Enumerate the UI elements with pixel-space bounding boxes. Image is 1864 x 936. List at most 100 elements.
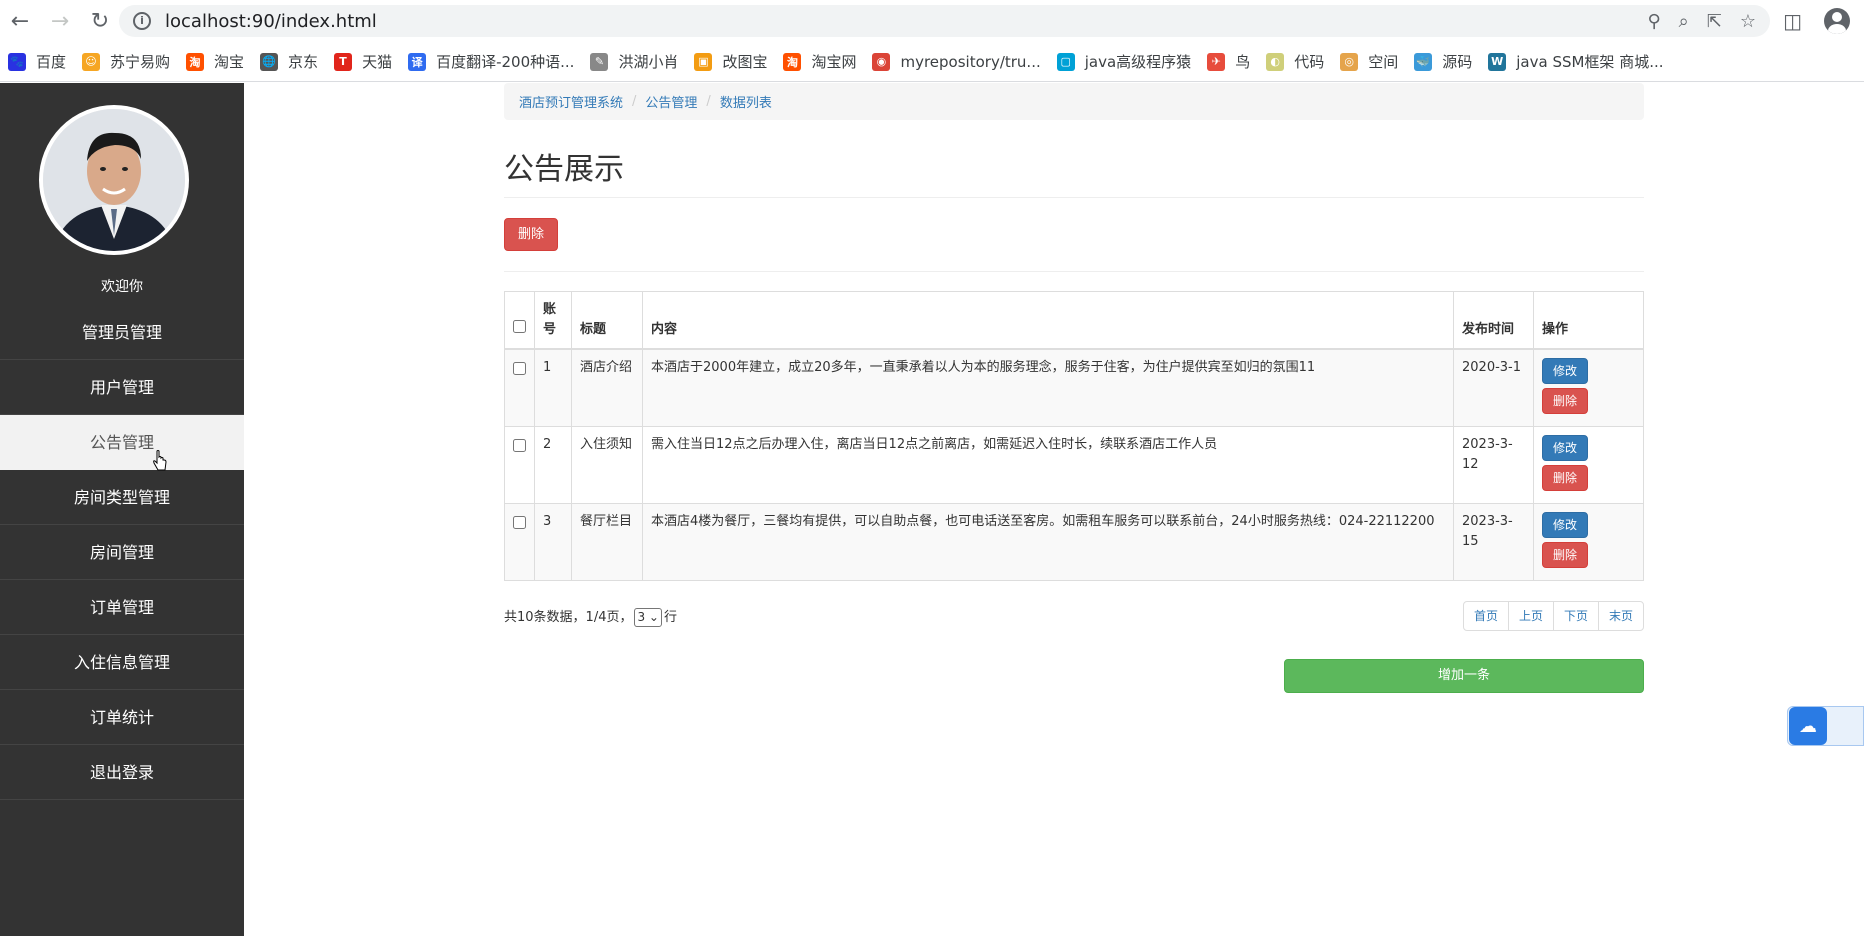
- bookmark-item[interactable]: 淘淘宝: [182, 42, 256, 82]
- bookmark-label: 苏宁易购: [110, 53, 171, 71]
- add-notice-button[interactable]: 增加一条: [1284, 659, 1644, 693]
- sidebar-item-order-stats[interactable]: 订单统计: [0, 690, 244, 745]
- breadcrumb-link[interactable]: 酒店预订管理系统: [519, 92, 623, 111]
- sidebar-item-user[interactable]: 用户管理: [0, 360, 244, 415]
- sidebar-item-order[interactable]: 订单管理: [0, 580, 244, 635]
- edit-button[interactable]: 修改: [1542, 435, 1588, 461]
- bird-icon: ✈: [1207, 52, 1226, 71]
- bookmark-item[interactable]: 译百度翻译-200种语...: [404, 42, 586, 82]
- bookmark-item[interactable]: Wjava SSM框架 商城...: [1484, 42, 1675, 82]
- browser-toolbar: ← → ↻ i localhost:90/index.html ⚲ ⌕ ⇱ ☆ …: [0, 0, 1864, 42]
- mouse-cursor-icon: [153, 450, 167, 471]
- cell-date: 2020-3-1: [1453, 348, 1534, 427]
- bookmark-item[interactable]: 🐾 百度: [4, 42, 78, 82]
- bookmark-item[interactable]: 淘淘宝网: [779, 42, 868, 82]
- pager-summary: 共10条数据，1/4页， 3 ⌄ 行: [504, 606, 677, 627]
- bookmark-item[interactable]: ◐ 代码: [1262, 42, 1336, 82]
- bookmark-label: 京东: [288, 53, 319, 71]
- bookmark-label: java SSM框架 商城...: [1516, 53, 1664, 71]
- site-info-icon[interactable]: i: [133, 12, 151, 30]
- floating-widget[interactable]: ☁: [1787, 706, 1864, 746]
- row-delete-button[interactable]: 删除: [1542, 542, 1588, 568]
- col-header-title: 标题: [571, 291, 643, 350]
- edit-button[interactable]: 修改: [1542, 358, 1588, 384]
- row-delete-button[interactable]: 删除: [1542, 465, 1588, 491]
- back-icon[interactable]: ←: [0, 0, 40, 42]
- first-page-button[interactable]: 首页: [1462, 601, 1509, 631]
- sidebar-item-logout[interactable]: 退出登录: [0, 745, 244, 800]
- cell-id: 3: [534, 503, 572, 581]
- col-header-content: 内容: [642, 291, 1454, 350]
- col-header-ops: 操作: [1533, 291, 1644, 350]
- bookmark-item[interactable]: ▢ java高级程序猿: [1053, 42, 1203, 82]
- hhxx-icon: ✎: [590, 52, 609, 71]
- qzone-icon: ◎: [1340, 52, 1359, 71]
- bookmark-label: 空间: [1368, 53, 1399, 71]
- bookmark-item[interactable]: ✎ 洪湖小肖: [586, 42, 690, 82]
- key-icon[interactable]: ⚲: [1647, 11, 1660, 32]
- url-text[interactable]: localhost:90/index.html: [165, 11, 377, 32]
- sidebar-item-admin[interactable]: 管理员管理: [0, 305, 244, 360]
- reload-icon[interactable]: ↻: [80, 0, 120, 42]
- cell-content: 本酒店4楼为餐厅，三餐均有提供，可以自助点餐，也可电话送至客房。如需租车服务可以…: [642, 503, 1454, 581]
- bookmark-label: 淘宝: [214, 53, 245, 71]
- prev-page-button[interactable]: 上页: [1507, 601, 1554, 631]
- share-icon[interactable]: ⇱: [1707, 11, 1722, 32]
- bookmark-item[interactable]: 🐳 源码: [1410, 42, 1484, 82]
- row-select-cell: [504, 426, 535, 504]
- baidu-translate-icon: 译: [408, 52, 427, 71]
- bookmark-label: myrepository/tru...: [900, 52, 1041, 71]
- select-all-cell: [504, 291, 535, 350]
- bookmark-item[interactable]: ◉ myrepository/tru...: [868, 42, 1052, 82]
- cell-content: 需入住当日12点之后办理入住，离店当日12点之前离店，如需延迟入住时长，续联系酒…: [642, 426, 1454, 504]
- sidebar-item-checkin[interactable]: 入住信息管理: [0, 635, 244, 690]
- bookmark-item[interactable]: 🌐 京东: [256, 42, 330, 82]
- cell-date: 2023-3-12: [1453, 426, 1534, 504]
- table-header-row: 账号 标题 内容 发布时间 操作: [504, 291, 1644, 350]
- row-checkbox[interactable]: [513, 439, 526, 452]
- cell-title: 酒店介绍: [571, 348, 643, 427]
- bookmark-item[interactable]: ☺ 苏宁易购: [78, 42, 182, 82]
- zoom-icon[interactable]: ⌕: [1679, 11, 1689, 32]
- sidebar-item-room[interactable]: 房间管理: [0, 525, 244, 580]
- address-bar[interactable]: i localhost:90/index.html ⚲ ⌕ ⇱ ☆: [119, 5, 1770, 37]
- rows-suffix: 行: [663, 609, 677, 625]
- bookmark-label: 鸟: [1235, 53, 1251, 71]
- sidebar-item-notice[interactable]: 公告管理: [0, 415, 244, 470]
- select-all-checkbox[interactable]: [513, 320, 526, 333]
- bookmark-item[interactable]: ✈ 鸟: [1203, 42, 1262, 82]
- side-panel-icon[interactable]: ◫: [1783, 9, 1802, 33]
- taobao-icon: 淘: [186, 52, 205, 71]
- row-checkbox[interactable]: [513, 516, 526, 529]
- bookmark-item[interactable]: ▣ 改图宝: [690, 42, 779, 82]
- col-header-id: 账号: [534, 291, 572, 350]
- bulk-delete-button[interactable]: 删除: [504, 218, 558, 251]
- rows-per-page-select[interactable]: 3 ⌄: [634, 607, 662, 627]
- pager-summary-text: 共10条数据，1/4页，: [504, 609, 633, 625]
- breadcrumb-link[interactable]: 数据列表: [720, 92, 772, 111]
- row-select-cell: [504, 503, 535, 581]
- next-page-button[interactable]: 下页: [1552, 601, 1599, 631]
- bookmarks-bar: 🐾 百度 ☺ 苏宁易购淘淘宝 🌐 京东 T 天猫译百度翻译-200种语... ✎ 洪湖小肖 ▣ 改图宝…: [0, 42, 1864, 82]
- bookmark-item[interactable]: T 天猫: [330, 42, 404, 82]
- source-icon: 🐳: [1414, 52, 1433, 71]
- edit-button[interactable]: 修改: [1542, 512, 1588, 538]
- bookmark-star-icon[interactable]: ☆: [1740, 11, 1756, 32]
- pagination: 首页 上页 下页 末页: [1462, 601, 1644, 631]
- last-page-button[interactable]: 末页: [1597, 601, 1644, 631]
- row-delete-button[interactable]: 删除: [1542, 388, 1588, 414]
- code-icon: ◐: [1266, 52, 1285, 71]
- forward-icon[interactable]: →: [40, 0, 80, 42]
- bookmark-label: 天猫: [362, 53, 393, 71]
- cell-date: 2023-3-15: [1453, 503, 1534, 581]
- bookmark-label: 改图宝: [722, 53, 768, 71]
- breadcrumb-link[interactable]: 公告管理: [645, 92, 697, 111]
- wordpress-icon: W: [1488, 52, 1507, 71]
- bookmark-label: 淘宝网: [811, 53, 857, 71]
- sidebar-item-room-type[interactable]: 房间类型管理: [0, 470, 244, 525]
- row-checkbox[interactable]: [513, 362, 526, 375]
- baidu-icon: 🐾: [8, 52, 26, 71]
- profile-avatar-icon[interactable]: [1824, 8, 1850, 34]
- cell-id: 1: [534, 348, 572, 427]
- bookmark-item[interactable]: ◎ 空间: [1336, 42, 1410, 82]
